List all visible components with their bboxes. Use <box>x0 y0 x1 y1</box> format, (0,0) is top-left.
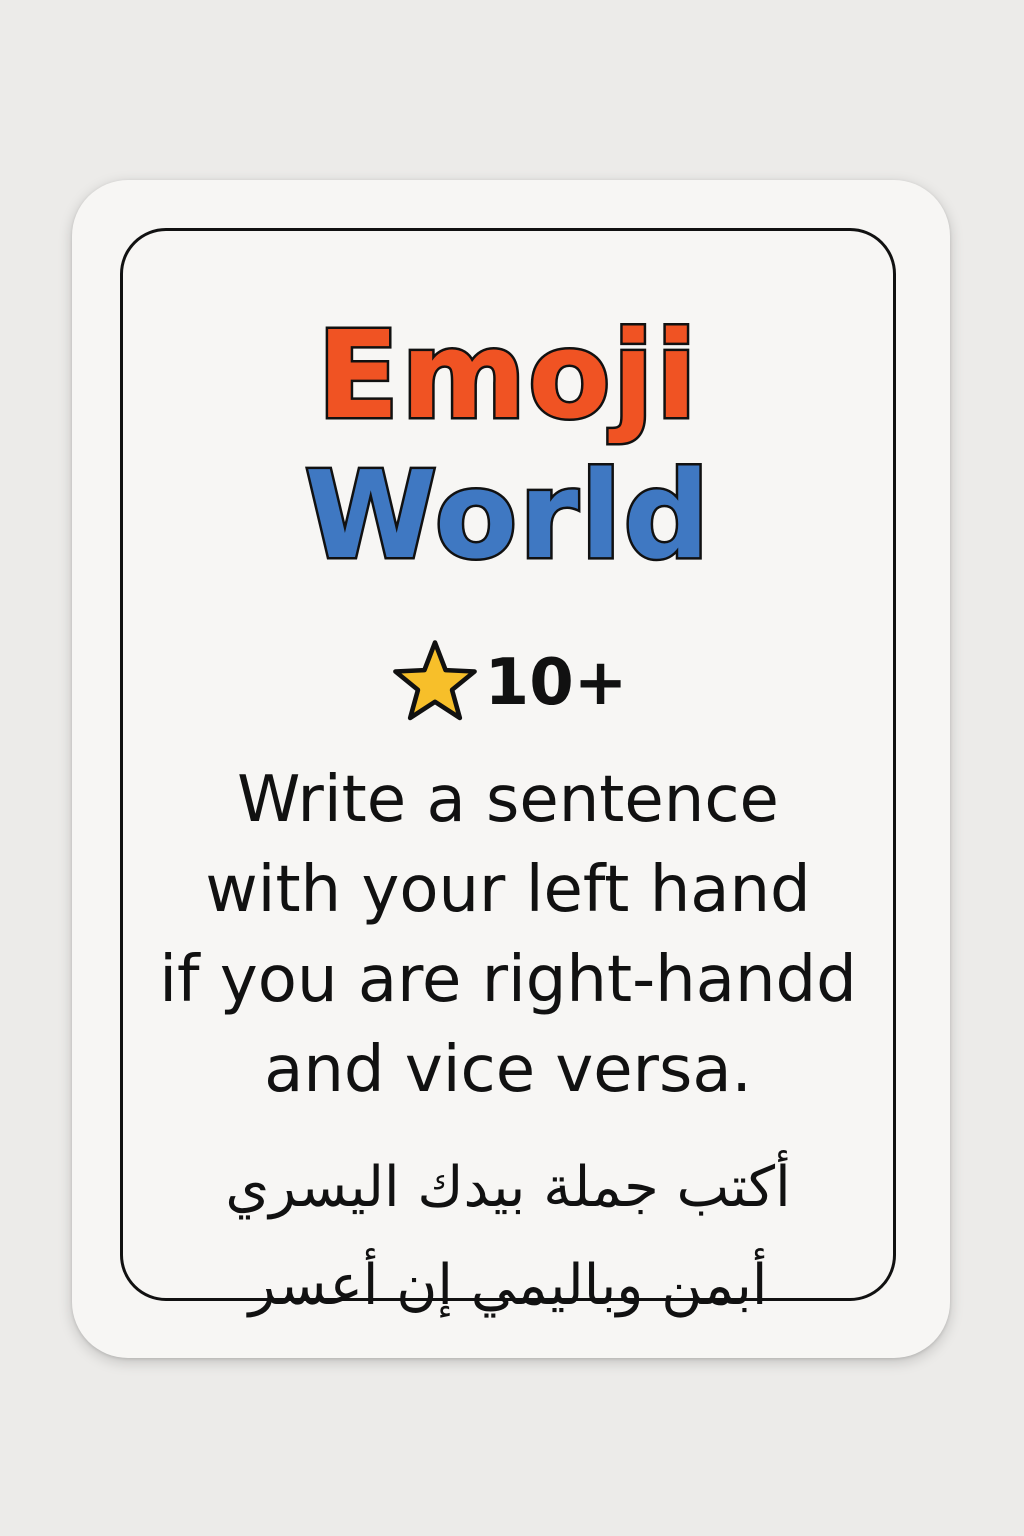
instruction-english: Write a sentence with your left hand if … <box>123 755 893 1115</box>
instruction-line-ar: أبمن وباليمي إن أعسر <box>248 1253 768 1318</box>
card: Emoji World 10+ Write a sentence with yo… <box>72 180 950 1358</box>
star-icon <box>392 640 477 721</box>
instruction-line: and vice versa. <box>264 1033 752 1107</box>
instruction-line: Write a sentence <box>237 763 779 837</box>
card-frame: Emoji World 10+ Write a sentence with yo… <box>120 228 896 1318</box>
instruction-line: if you are right-handd <box>159 943 857 1017</box>
instruction-arabic: أكتب جملة بيدك اليسري أبمن وباليمي إن أع… <box>123 1139 893 1335</box>
title-world: World <box>302 447 712 586</box>
age-label: 10+ <box>484 646 628 720</box>
instruction-line: with your left hand <box>205 853 811 927</box>
age-rating: 10+ <box>123 637 893 729</box>
title-emoji: Emoji <box>315 307 700 446</box>
instruction-line-ar: أكتب جملة بيدك اليسري <box>225 1155 791 1220</box>
